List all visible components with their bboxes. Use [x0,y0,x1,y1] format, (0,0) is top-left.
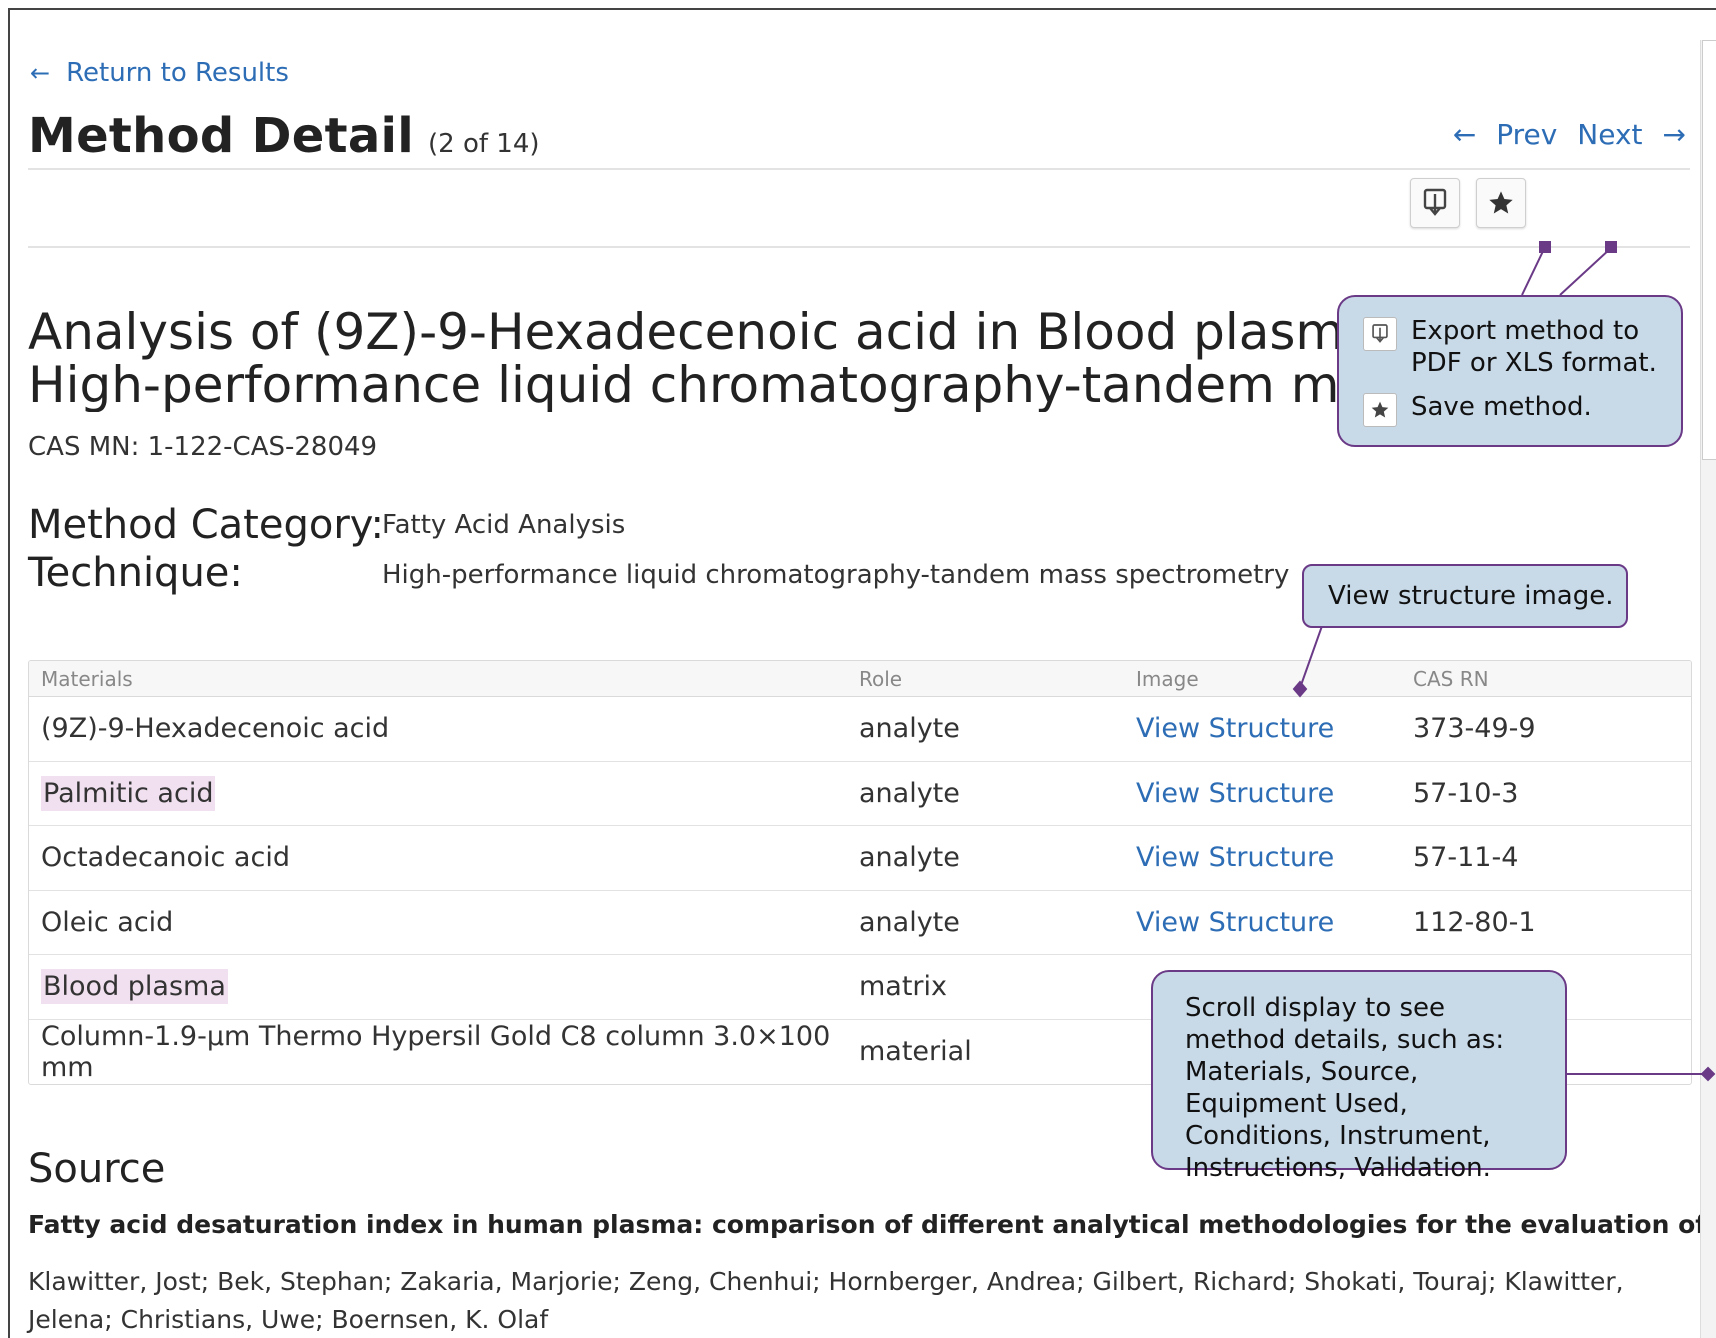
method-title-line-2: High-performance liquid chromatography-t… [28,356,1348,412]
material-name: Oleic acid [41,906,174,938]
material-name: Palmitic acid [41,775,216,811]
cas-rn: 373-49-9 [1413,713,1536,745]
page-title: Method Detail [28,108,415,164]
header-divider [28,168,1690,170]
page-header: Method Detail (2 of 14) [28,108,540,164]
technique-label: Technique: [28,550,243,596]
star-icon [1489,191,1513,214]
cas-rn: 112-80-1 [1413,906,1536,938]
method-category-value: Fatty Acid Analysis [382,510,626,540]
arrow-left-icon: ← [30,59,51,87]
table-header: Materials Role Image CAS RN [29,661,1691,697]
table-row: (9Z)-9-Hexadecenoic acid analyte View St… [29,697,1691,762]
column-header-image: Image [1136,666,1199,691]
technique-value: High-performance liquid chromatography-t… [382,560,1290,590]
column-header-role: Role [859,666,903,691]
result-pager: ← Prev Next → [1453,118,1686,151]
material-role: material [859,1036,972,1068]
scroll-callout: Scroll display to see method details, su… [1151,970,1567,1183]
material-role: matrix [859,971,948,1003]
column-header-cas-rn: CAS RN [1413,666,1489,691]
cas-rn: 57-11-4 [1413,842,1519,874]
export-icon [1363,317,1397,351]
next-button[interactable]: Next [1577,118,1642,151]
material-role: analyte [859,906,960,938]
source-authors: Klawitter, Jost; Bek, Stephan; Zakaria, … [28,1267,1624,1334]
cas-rn: 57-10-3 [1413,777,1519,809]
view-structure-link[interactable]: View Structure [1136,842,1334,873]
scroll-callout-text: Scroll display to see method details, su… [1185,993,1505,1183]
next-arrow-icon[interactable]: → [1663,118,1686,151]
source-title: Fatty acid desaturation index in human p… [28,1210,1716,1239]
material-name: Blood plasma [41,969,228,1005]
structure-callout-text: View structure image. [1328,581,1614,611]
material-name: (9Z)-9-Hexadecenoic acid [41,713,390,745]
material-role: analyte [859,777,960,809]
table-row: Palmitic acid analyte View Structure 57-… [29,762,1691,826]
return-to-results-label: Return to Results [66,58,289,88]
cas-method-number: CAS MN: 1-122-CAS-28049 [28,432,378,462]
export-save-callout: Export method to PDF or XLS format. Save… [1337,295,1683,447]
prev-arrow-icon[interactable]: ← [1453,118,1476,151]
view-structure-link[interactable]: View Structure [1136,713,1334,744]
table-row: Octadecanoic acid analyte View Structure… [29,826,1691,891]
column-header-materials: Materials [41,666,133,691]
view-structure-link[interactable]: View Structure [1136,778,1334,809]
toolbar-divider [28,246,1690,248]
star-icon [1363,393,1397,427]
method-category-label: Method Category: [28,502,385,548]
export-button[interactable] [1410,178,1460,228]
material-role: analyte [859,713,960,745]
method-title: Analysis of (9Z)-9-Hexadecenoic acid in … [28,306,1348,412]
save-button[interactable] [1476,178,1526,228]
method-title-line-1: Analysis of (9Z)-9-Hexadecenoic acid in … [28,306,1348,361]
prev-button[interactable]: Prev [1496,118,1557,151]
material-name: Column-1.9-µm Thermo Hypersil Gold C8 co… [41,1020,831,1083]
export-callout-row: Export method to PDF or XLS format. [1363,315,1661,379]
material-role: analyte [859,842,960,874]
save-callout-text: Save method. [1411,392,1592,422]
table-row: Oleic acid analyte View Structure 112-80… [29,891,1691,955]
export-icon [1423,188,1447,216]
source-heading: Source [28,1146,166,1192]
export-callout-text: Export method to PDF or XLS format. [1411,316,1657,378]
save-callout-row: Save method. [1363,391,1661,427]
material-name: Octadecanoic acid [41,842,290,874]
result-position: (2 of 14) [428,129,540,159]
return-to-results-link[interactable]: ← Return to Results [30,58,289,88]
structure-callout: View structure image. [1302,564,1628,628]
view-structure-link[interactable]: View Structure [1136,907,1334,938]
scrollbar-thumb[interactable] [1702,40,1716,460]
